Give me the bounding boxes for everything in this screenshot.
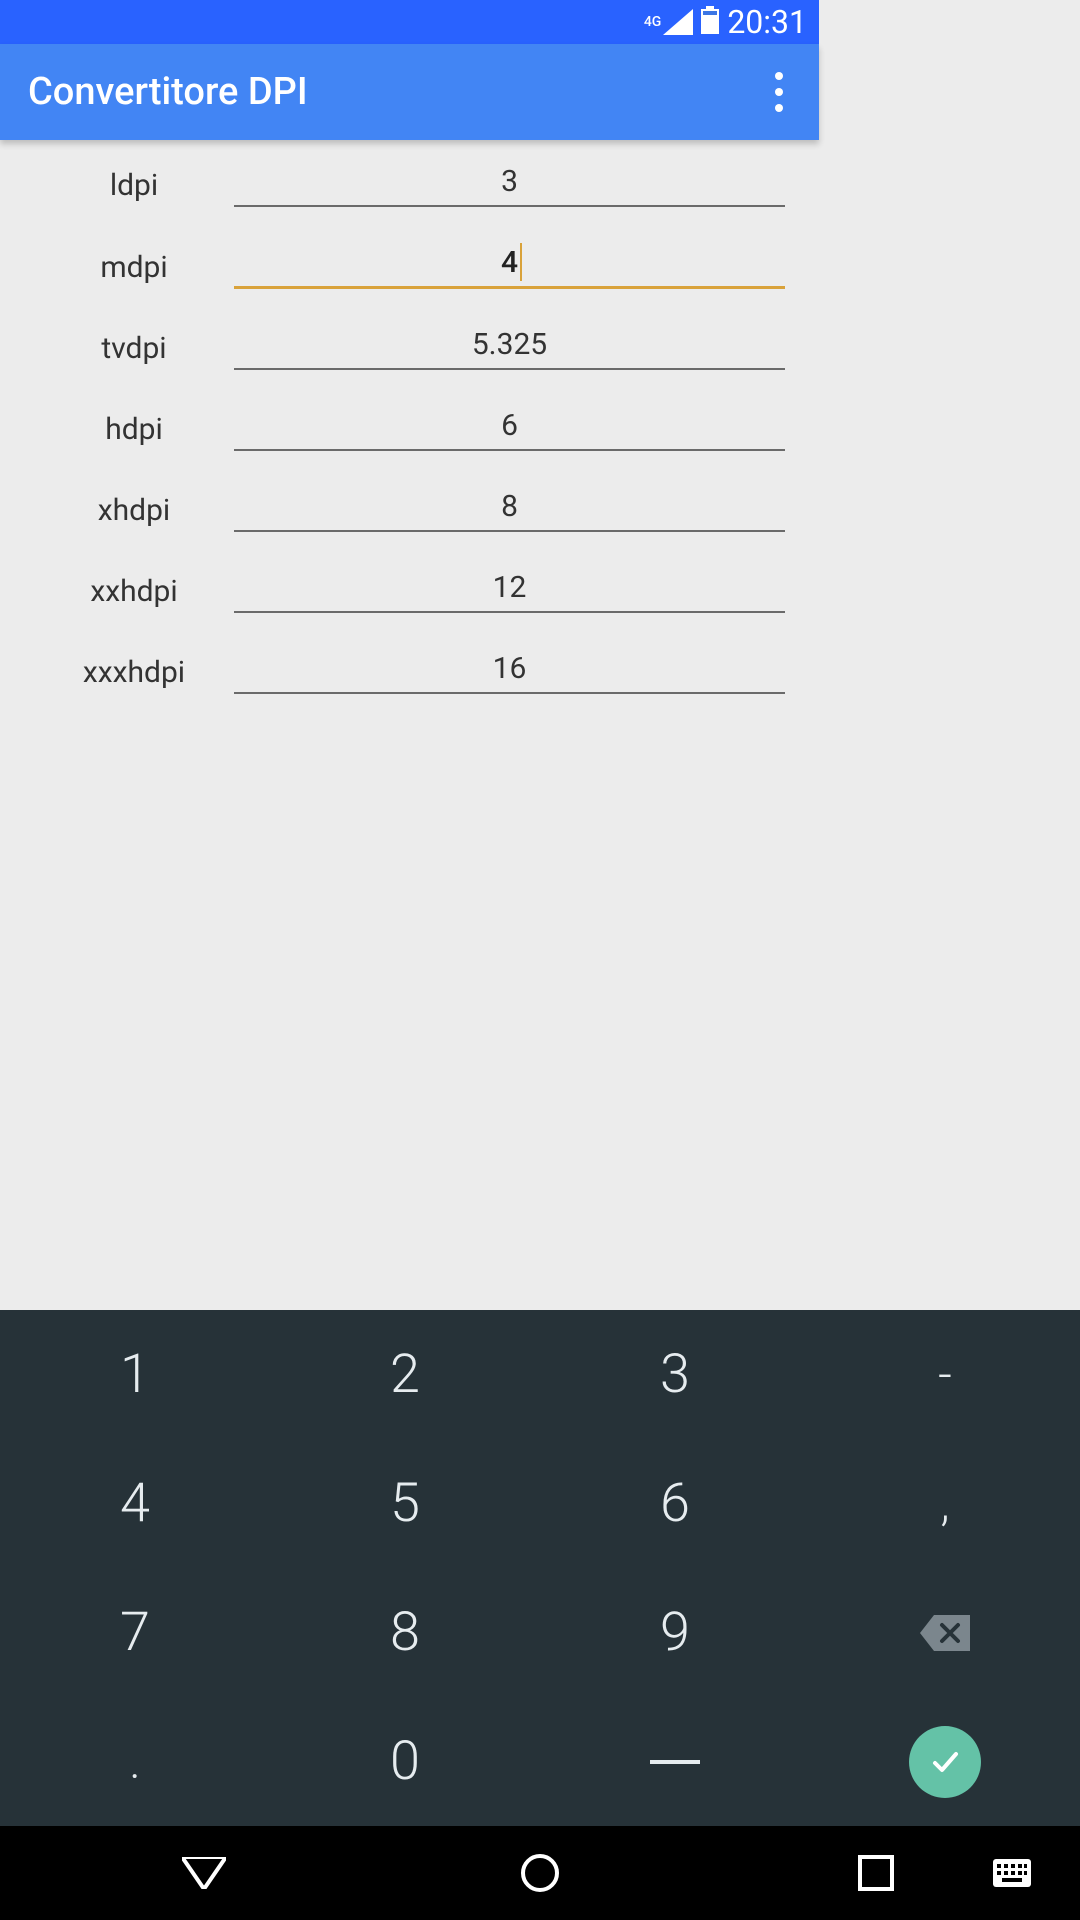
- recent-square-icon: [858, 1855, 894, 1891]
- page-title: Convertitore DPI: [28, 70, 308, 114]
- text-cursor: [520, 243, 522, 281]
- field-row-xxxhdpi: xxxhdpi: [34, 651, 785, 694]
- key-4[interactable]: 4: [0, 1439, 270, 1568]
- key-6[interactable]: 6: [540, 1439, 810, 1568]
- home-circle-icon: [520, 1853, 560, 1893]
- keyboard-icon: [993, 1859, 1031, 1887]
- field-input-wrap[interactable]: [234, 570, 785, 613]
- field-label: xxxhdpi: [34, 655, 234, 690]
- navigation-bar: [0, 1826, 1080, 1920]
- check-icon: [909, 1726, 981, 1798]
- backspace-icon: [920, 1615, 970, 1651]
- key-7[interactable]: 7: [0, 1568, 270, 1697]
- numeric-keyboard: 1 2 3 - 4 5 6 , 7 8 9 . 0: [0, 1310, 1080, 1826]
- key-3[interactable]: 3: [540, 1310, 810, 1439]
- content-area: ldpi mdpi tvdpi hdpi xhdpi xxhdpi: [0, 140, 819, 694]
- field-row-xhdpi: xhdpi: [34, 489, 785, 532]
- field-label: ldpi: [34, 168, 234, 203]
- nav-keyboard-toggle[interactable]: [972, 1833, 1052, 1913]
- field-label: xxhdpi: [34, 574, 234, 609]
- xhdpi-input[interactable]: [234, 489, 785, 532]
- signal-icon: [663, 9, 693, 35]
- field-input-wrap[interactable]: [234, 164, 785, 207]
- key-5[interactable]: 5: [270, 1439, 540, 1568]
- battery-icon: [701, 6, 719, 38]
- field-row-xxhdpi: xxhdpi: [34, 570, 785, 613]
- field-input-wrap[interactable]: [234, 245, 785, 289]
- xxhdpi-input[interactable]: [234, 570, 785, 613]
- key-9[interactable]: 9: [540, 1568, 810, 1697]
- underscore-icon: [650, 1760, 700, 1764]
- field-label: mdpi: [34, 250, 234, 285]
- nav-home-button[interactable]: [500, 1833, 580, 1913]
- hdpi-input[interactable]: [234, 408, 785, 451]
- key-period[interactable]: .: [0, 1697, 270, 1826]
- field-input-wrap[interactable]: [234, 651, 785, 694]
- key-minus[interactable]: -: [810, 1310, 1080, 1439]
- key-1[interactable]: 1: [0, 1310, 270, 1439]
- field-input-wrap[interactable]: [234, 408, 785, 451]
- key-space[interactable]: [540, 1697, 810, 1826]
- app-bar: Convertitore DPI: [0, 44, 819, 140]
- overflow-menu-button[interactable]: [767, 64, 791, 120]
- ldpi-input[interactable]: [234, 164, 785, 207]
- nav-recent-button[interactable]: [836, 1833, 916, 1913]
- field-row-mdpi: mdpi: [34, 245, 785, 289]
- key-8[interactable]: 8: [270, 1568, 540, 1697]
- tvdpi-input[interactable]: [234, 327, 785, 370]
- network-4g-label: 4G: [644, 14, 662, 30]
- back-triangle-down-icon: [182, 1857, 226, 1889]
- nav-back-button[interactable]: [164, 1833, 244, 1913]
- field-row-hdpi: hdpi: [34, 408, 785, 451]
- overflow-dot-icon: [775, 72, 783, 80]
- key-enter[interactable]: [810, 1697, 1080, 1826]
- overflow-dot-icon: [775, 104, 783, 112]
- key-comma[interactable]: ,: [810, 1439, 1080, 1568]
- key-backspace[interactable]: [810, 1568, 1080, 1697]
- field-input-wrap[interactable]: [234, 327, 785, 370]
- field-input-wrap[interactable]: [234, 489, 785, 532]
- field-row-tvdpi: tvdpi: [34, 327, 785, 370]
- field-label: hdpi: [34, 412, 234, 447]
- status-time: 20:31: [727, 3, 807, 41]
- field-label: xhdpi: [34, 493, 234, 528]
- overflow-dot-icon: [775, 88, 783, 96]
- field-label: tvdpi: [34, 331, 234, 366]
- mdpi-input[interactable]: [234, 245, 785, 289]
- field-row-ldpi: ldpi: [34, 164, 785, 207]
- key-2[interactable]: 2: [270, 1310, 540, 1439]
- status-bar: 4G 20:31: [0, 0, 819, 44]
- xxxhdpi-input[interactable]: [234, 651, 785, 694]
- key-0[interactable]: 0: [270, 1697, 540, 1826]
